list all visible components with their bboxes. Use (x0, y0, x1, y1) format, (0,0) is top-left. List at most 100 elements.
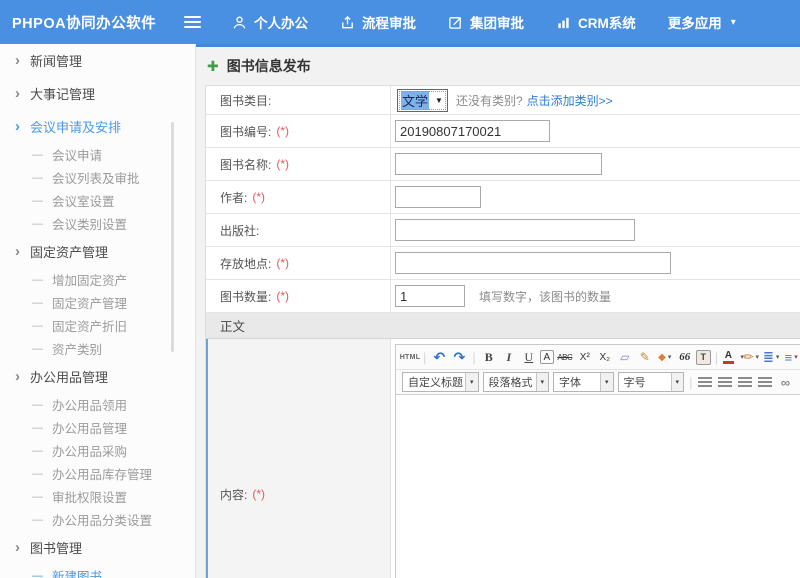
quantity-input[interactable] (395, 285, 465, 307)
content-label: 内容: (220, 486, 247, 503)
sidebar-item-supply-category[interactable]: — 办公用品分类设置 (0, 508, 195, 531)
edit-icon (448, 15, 463, 30)
sidebar-item-asset-depreciation[interactable]: — 固定资产折旧 (0, 314, 195, 337)
dash-icon: — (32, 297, 43, 309)
superscript-button[interactable]: X² (576, 348, 594, 367)
align-justify-icon[interactable] (756, 373, 774, 392)
category-hint: 还没有类别? (456, 92, 523, 109)
required-mark: (*) (276, 289, 289, 303)
caret-down-icon: ▾ (668, 353, 672, 361)
align-center-icon[interactable] (716, 373, 734, 392)
chevron-right-icon: › (15, 121, 20, 133)
select-caret-icon: ▼ (435, 96, 443, 105)
nav-more-apps[interactable]: 更多应用 ▾ (668, 12, 736, 32)
editor-canvas[interactable] (396, 395, 800, 578)
sidebar-item-asset-category[interactable]: — 资产类别 (0, 337, 195, 360)
form-row-content: 内容: (*) HTML | ↶ ↷ | B I (206, 339, 800, 578)
format-brush-icon[interactable]: ✎ (636, 348, 654, 367)
redo-icon[interactable]: ↷ (450, 348, 468, 367)
add-category-link[interactable]: 点击添加类别>> (527, 92, 613, 109)
italic-button[interactable]: I (500, 348, 518, 367)
nav-group-approval[interactable]: 集团审批 (448, 12, 524, 32)
align-left-icon[interactable] (696, 373, 714, 392)
dash-icon: — (32, 514, 43, 526)
chevron-right-icon: › (15, 542, 20, 554)
sidebar-item-meeting-apply[interactable]: — 会议申请 (0, 143, 195, 166)
font-size-dropdown[interactable]: 字号 ▾ (618, 372, 685, 392)
editor-toolbar-row1: HTML | ↶ ↷ | B I U A ABC X² X₂ ▱ (396, 345, 800, 369)
dash-icon: — (32, 320, 43, 332)
custom-title-dropdown[interactable]: 自定义标题 ▾ (402, 372, 479, 392)
sidebar-group-meetings[interactable]: › 会议申请及安排 (0, 110, 195, 143)
sidebar-item-approval-permission[interactable]: — 审批权限设置 (0, 485, 195, 508)
insert-link-icon[interactable]: ∞ (776, 373, 794, 392)
sidebar-item-meeting-category[interactable]: — 会议类别设置 (0, 212, 195, 235)
sidebar-item-asset-add[interactable]: — 增加固定资产 (0, 268, 195, 291)
sidebar-group-supplies[interactable]: › 办公用品管理 (0, 360, 195, 393)
unordered-list-dropdown[interactable]: ≡ ▾ (782, 348, 800, 367)
ordered-list-dropdown[interactable]: ≣ ▾ (762, 348, 780, 367)
sidebar-scrollbar[interactable] (171, 122, 174, 352)
dash-icon: — (32, 343, 43, 355)
form-row-publisher: 出版社: (206, 214, 800, 247)
remove-format-icon[interactable]: ▱ (616, 348, 634, 367)
nav-crm-system[interactable]: CRM系统 (556, 12, 636, 32)
location-input[interactable] (395, 252, 671, 274)
sidebar-item-asset-manage[interactable]: — 固定资产管理 (0, 291, 195, 314)
sidebar-item-supply-manage[interactable]: — 办公用品管理 (0, 416, 195, 439)
form-row-location: 存放地点: (*) (206, 247, 800, 280)
dash-icon: — (32, 149, 43, 161)
sidebar-group-news[interactable]: › 新闻管理 (0, 44, 195, 77)
topbar: PHPOA协同办公软件 个人办公 流程审批 (0, 0, 800, 44)
sidebar-item-meeting-room[interactable]: — 会议室设置 (0, 189, 195, 212)
publisher-input[interactable] (395, 219, 635, 241)
sidebar-item-book-new[interactable]: — 新建图书 (0, 564, 195, 578)
palette-dropdown[interactable]: ◆ ▾ (656, 348, 674, 367)
font-color-dropdown[interactable]: A ▾ (722, 348, 740, 367)
undo-icon[interactable]: ↶ (430, 348, 448, 367)
category-label: 图书类目: (220, 92, 271, 109)
category-select[interactable]: 文学 ▼ (397, 89, 448, 112)
author-label: 作者: (220, 189, 247, 206)
caret-down-icon: ▾ (755, 353, 759, 361)
sidebar-item-meeting-list[interactable]: — 会议列表及审批 (0, 166, 195, 189)
menu-toggle-icon[interactable] (184, 16, 204, 28)
subscript-button[interactable]: X₂ (596, 348, 614, 367)
paste-from-word-icon[interactable]: T (696, 350, 711, 365)
sidebar-item-supply-purchase[interactable]: — 办公用品采购 (0, 439, 195, 462)
strikethrough-button[interactable]: ABC (556, 348, 574, 367)
nav-process-approval[interactable]: 流程审批 (340, 12, 416, 32)
sidebar-item-supply-stock[interactable]: — 办公用品库存管理 (0, 462, 195, 485)
caret-down-icon: ▾ (776, 353, 780, 361)
sidebar: › 新闻管理 › 大事记管理 › 会议申请及安排 — 会议申请 — 会议列表及审… (0, 44, 196, 578)
sidebar-group-events[interactable]: › 大事记管理 (0, 77, 195, 110)
caret-down-icon: ▾ (794, 353, 798, 361)
name-input[interactable] (395, 153, 602, 175)
ordered-list-icon: ≣ (763, 349, 774, 365)
dash-icon: — (32, 172, 43, 184)
highlight-dropdown[interactable]: ✏ ▾ (742, 348, 760, 367)
html-source-button[interactable]: HTML (401, 348, 419, 367)
blockquote-button[interactable]: 66 (676, 348, 694, 367)
align-right-icon[interactable] (736, 373, 754, 392)
font-family-dropdown[interactable]: 字体 ▾ (553, 372, 614, 392)
required-mark: (*) (276, 157, 289, 171)
underline-button[interactable]: U (520, 348, 538, 367)
author-input[interactable] (395, 186, 481, 208)
sidebar-group-books[interactable]: › 图书管理 (0, 531, 195, 564)
code-input[interactable] (395, 120, 550, 142)
publisher-label: 出版社: (220, 222, 259, 239)
book-form: 图书类目: 文学 ▼ 还没有类别? 点击添加类别>> 图书编号: (*) (205, 85, 800, 578)
topbar-nav: 个人办公 流程审批 集团审批 CRM系统 (232, 12, 768, 32)
sidebar-item-supply-claim[interactable]: — 办公用品领用 (0, 393, 195, 416)
name-label: 图书名称: (220, 156, 271, 173)
dash-icon: — (32, 570, 43, 578)
sidebar-group-assets[interactable]: › 固定资产管理 (0, 235, 195, 268)
paragraph-format-dropdown[interactable]: 段落格式 ▾ (483, 372, 550, 392)
font-style-button[interactable]: A (540, 350, 554, 364)
page-title: 图书信息发布 (227, 56, 311, 76)
nav-personal-office[interactable]: 个人办公 (232, 12, 308, 32)
remove-link-icon[interactable]: ⊘ (796, 373, 800, 392)
bold-button[interactable]: B (480, 348, 498, 367)
unordered-list-icon: ≡ (785, 350, 793, 365)
